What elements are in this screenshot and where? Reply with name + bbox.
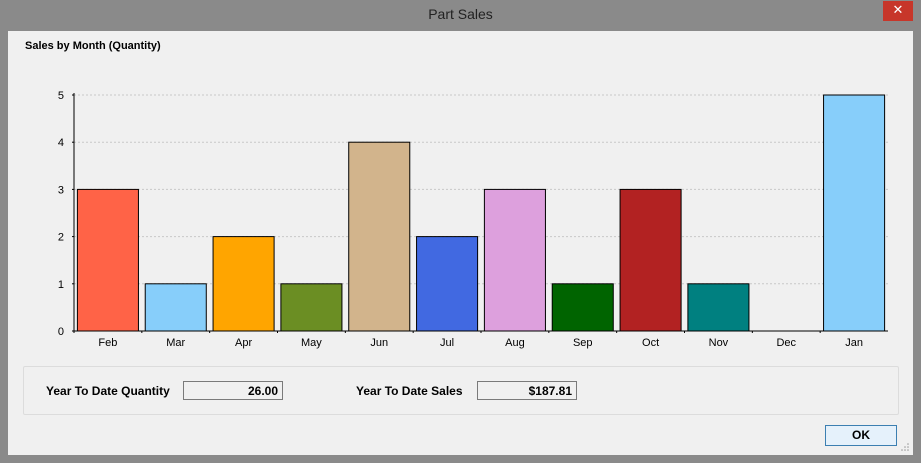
- dialog-body: Sales by Month (Quantity) 012345 Feb Mar A…: [8, 31, 913, 455]
- y-tick-label: 5: [58, 90, 64, 102]
- ytd-quantity-label: Year To Date Quantity: [46, 384, 170, 398]
- ytd-quantity-field[interactable]: 26.00: [183, 381, 283, 400]
- x-tick-label: Mar: [166, 337, 185, 349]
- bar-jul: [416, 236, 479, 332]
- bar-apr: [212, 236, 275, 332]
- x-tick-label: Aug: [505, 337, 525, 349]
- sales-chart: 0 1 2 3 4 5 Feb Mar Apr May Jun Jul Aug Sep Oct Nov Dec…: [58, 90, 888, 349]
- bar-jan: [823, 94, 886, 332]
- ytd-sales-label: Year To Date Sales: [356, 384, 463, 398]
- bar-feb: [76, 188, 139, 332]
- chart-x-ticks: Feb Mar Apr May Jun Jul Aug Sep Oct Nov Dec Jan: [73, 331, 863, 349]
- chart-grid: [74, 94, 888, 285]
- bar-may: [280, 283, 343, 332]
- y-tick-label: 4: [58, 137, 64, 149]
- resize-grip-icon[interactable]: [900, 442, 910, 452]
- x-tick-label: Nov: [709, 337, 729, 349]
- x-tick-label: Jan: [845, 337, 863, 349]
- close-icon: ✕: [892, 3, 904, 18]
- x-tick-label: Jul: [440, 337, 454, 349]
- ytd-summary-group: Year To Date Quantity 26.00 Year To Date…: [23, 366, 899, 415]
- ytd-sales-field[interactable]: $187.81: [477, 381, 577, 400]
- x-tick-label: Dec: [776, 337, 796, 349]
- y-tick-label: 2: [58, 232, 64, 244]
- x-tick-label: Apr: [235, 337, 252, 349]
- x-tick-label: Feb: [98, 337, 117, 349]
- y-tick-label: 0: [58, 326, 64, 338]
- x-tick-label: Sep: [573, 337, 593, 349]
- chart-y-ticks: 0 1 2 3 4 5: [58, 90, 74, 338]
- bar-oct: [619, 188, 682, 332]
- y-tick-label: 3: [58, 184, 64, 196]
- part-sales-window: Part Sales ✕ Sales by Month (Quantity) 0…: [0, 0, 921, 463]
- bar-jun: [348, 141, 411, 332]
- bar-mar: [144, 283, 207, 332]
- window-title: Part Sales: [428, 6, 493, 22]
- ok-button[interactable]: OK: [825, 425, 897, 446]
- chart-bars: [76, 94, 886, 332]
- x-tick-label: Jun: [370, 337, 388, 349]
- x-tick-label: Oct: [642, 337, 659, 349]
- title-bar[interactable]: Part Sales ✕: [0, 0, 921, 31]
- bar-nov: [687, 283, 750, 332]
- bar-aug: [483, 188, 546, 332]
- bar-sep: [551, 283, 614, 332]
- y-tick-label: 1: [58, 279, 64, 291]
- x-tick-label: May: [301, 337, 322, 349]
- close-button[interactable]: ✕: [883, 1, 913, 21]
